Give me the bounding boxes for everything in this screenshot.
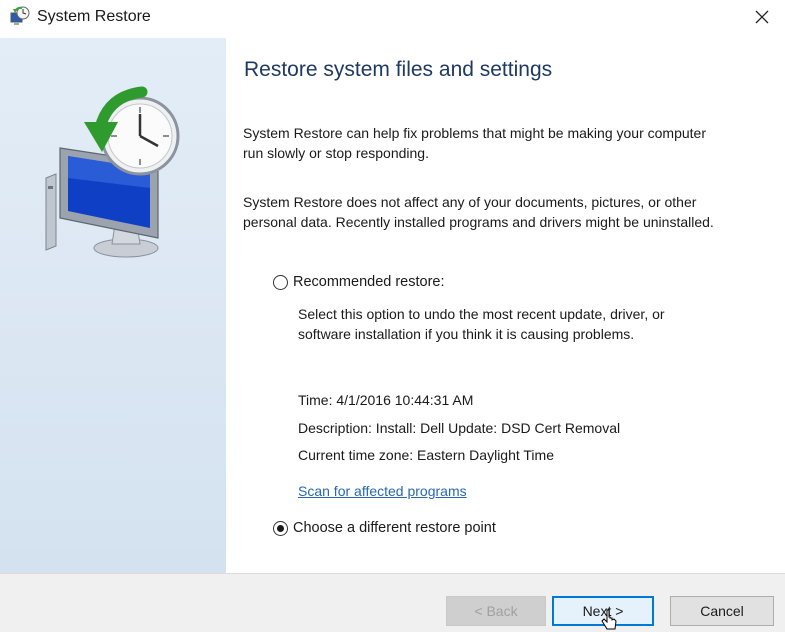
mouse-cursor-icon xyxy=(601,609,617,630)
back-button[interactable]: < Back xyxy=(446,596,546,626)
different-restore-point-label: Choose a different restore point xyxy=(293,520,496,536)
restore-description: Description: Install: Dell Update: DSD C… xyxy=(298,420,621,436)
page-title: Restore system files and settings xyxy=(244,58,553,81)
intro-paragraph: System Restore can help fix problems tha… xyxy=(243,125,706,161)
window-title: System Restore xyxy=(37,8,151,25)
recommended-restore-option[interactable]: Recommended restore: xyxy=(273,274,445,290)
system-restore-icon xyxy=(10,6,30,25)
data-safety-paragraph: System Restore does not affect any of yo… xyxy=(243,194,714,230)
scan-affected-programs-link[interactable]: Scan for affected programs xyxy=(298,483,467,499)
restore-timezone: Current time zone: Eastern Daylight Time xyxy=(298,447,554,463)
recommended-restore-description: Select this option to undo the most rece… xyxy=(298,306,665,342)
recommended-restore-label: Recommended restore: xyxy=(293,274,445,290)
title-bar: System Restore xyxy=(0,0,785,38)
restore-time: Time: 4/1/2016 10:44:31 AM xyxy=(298,392,474,408)
different-restore-point-radio[interactable] xyxy=(273,520,288,536)
cancel-button[interactable]: Cancel xyxy=(670,596,774,626)
recommended-restore-radio[interactable] xyxy=(273,274,288,290)
computer-clock-restore-icon xyxy=(45,86,180,258)
sidebar-panel xyxy=(0,38,226,573)
different-restore-point-option[interactable]: Choose a different restore point xyxy=(273,520,496,536)
close-icon xyxy=(755,10,769,24)
close-button[interactable] xyxy=(739,0,785,34)
button-bar: < Back Next > Cancel xyxy=(0,573,785,632)
content-panel: Restore system files and settings System… xyxy=(226,38,785,573)
